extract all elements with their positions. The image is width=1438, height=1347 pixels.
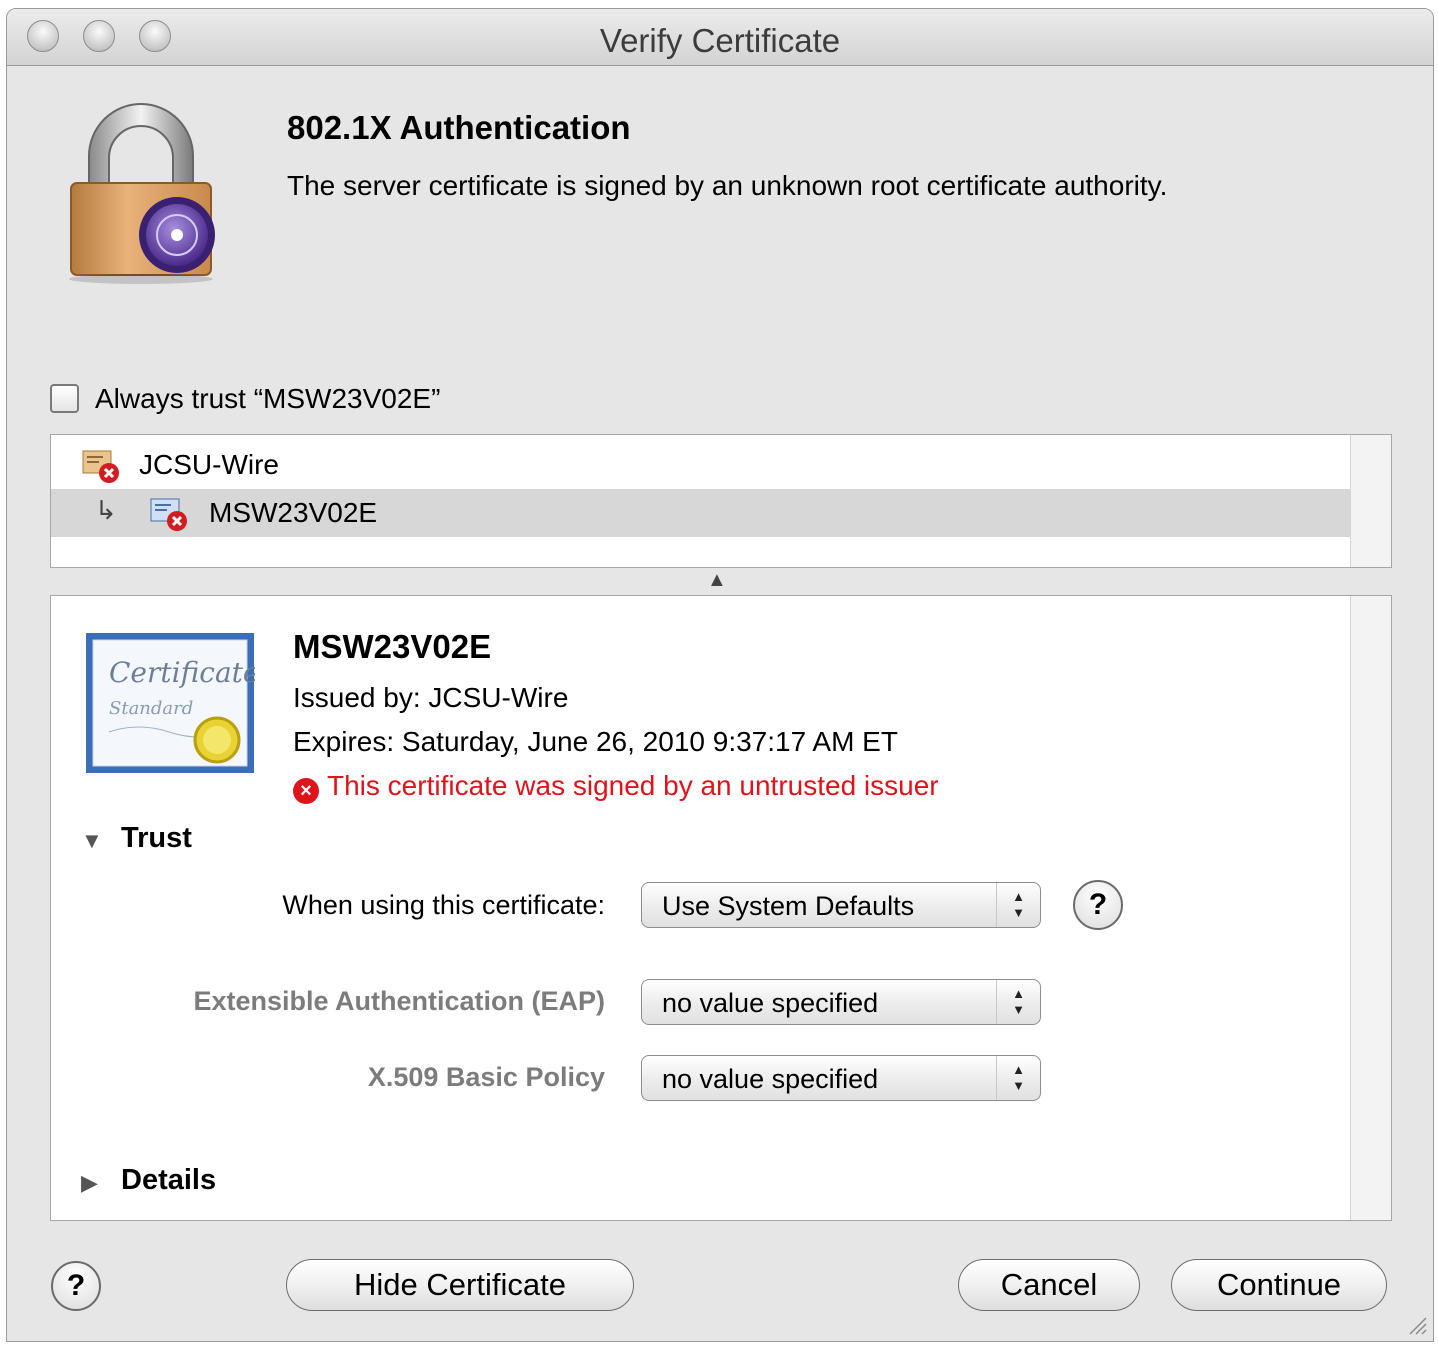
continue-button[interactable]: Continue	[1171, 1259, 1387, 1311]
dialog-heading: 802.1X Authentication	[287, 109, 631, 146]
chain-scrollbar[interactable]	[1350, 435, 1391, 567]
popup-value: Use System Defaults	[662, 891, 915, 921]
svg-text:Certificate: Certificate	[109, 656, 255, 689]
when-using-label: When using this certificate:	[282, 890, 605, 920]
x509-popup[interactable]: no value specified ▲ ▼	[641, 1055, 1041, 1101]
popup-value: no value specified	[662, 988, 879, 1018]
svg-text:Standard: Standard	[109, 698, 193, 719]
certificate-chain-list[interactable]: JCSU-Wire ↳ MSW23V02E	[50, 434, 1392, 568]
chain-item-label: MSW23V02E	[209, 497, 378, 528]
expiration-date: Expires: Saturday, June 26, 2010 9:37:17…	[293, 726, 898, 757]
certificate-icon: Certificate Standard	[86, 633, 255, 773]
chain-item-selected[interactable]: ↳ MSW23V02E	[51, 489, 1351, 537]
trust-help-button[interactable]: ?	[1073, 880, 1123, 930]
dialog-message: The server certificate is signed by an u…	[287, 170, 1168, 201]
detail-scrollbar[interactable]	[1350, 596, 1391, 1220]
cancel-button[interactable]: Cancel	[958, 1259, 1140, 1311]
eap-label: Extensible Authentication (EAP)	[193, 986, 605, 1016]
dialog-help-button[interactable]: ?	[51, 1261, 101, 1311]
hide-certificate-button[interactable]: Hide Certificate	[286, 1259, 634, 1311]
certificate-detail-pane: Certificate Standard MSW23V02E Issued by…	[50, 595, 1392, 1221]
padlock-icon	[69, 103, 215, 284]
window-title: Verify Certificate	[599, 22, 841, 59]
trust-disclosure-triangle-icon[interactable]: ▼	[81, 828, 103, 854]
stepper-arrows-icon: ▲ ▼	[996, 1056, 1040, 1100]
resize-grip-icon[interactable]	[1405, 1313, 1427, 1335]
title-bar[interactable]: Verify Certificate	[7, 9, 1433, 66]
details-disclosure-triangle-icon[interactable]: ▶	[81, 1170, 98, 1196]
chain-item-label: JCSU-Wire	[139, 449, 279, 480]
certificate-name: MSW23V02E	[293, 628, 492, 665]
split-view-handle-icon[interactable]: ▲	[707, 569, 727, 592]
always-trust-label[interactable]: Always trust “MSW23V02E”	[95, 383, 440, 415]
eap-popup[interactable]: no value specified ▲ ▼	[641, 979, 1041, 1025]
x509-label: X.509 Basic Policy	[367, 1062, 605, 1092]
when-using-popup[interactable]: Use System Defaults ▲ ▼	[641, 882, 1041, 928]
certificate-error-icon	[150, 498, 187, 531]
certificate-error-icon	[82, 450, 119, 483]
chain-item-root[interactable]: JCSU-Wire	[51, 441, 1351, 489]
issued-by: Issued by: JCSU-Wire	[293, 682, 569, 713]
popup-value: no value specified	[662, 1064, 879, 1094]
always-trust-checkbox[interactable]	[50, 384, 79, 413]
stepper-arrows-icon: ▲ ▼	[996, 883, 1040, 927]
untrusted-warning: × This certificate was signed by an untru…	[293, 770, 939, 804]
warning-text: This certificate was signed by an untrus…	[327, 770, 939, 801]
details-section-label[interactable]: Details	[121, 1164, 216, 1197]
verify-certificate-window: Verify Certificate 802.1X Authentication…	[6, 8, 1434, 1342]
stepper-arrows-icon: ▲ ▼	[996, 980, 1040, 1024]
child-arrow-icon: ↳	[95, 495, 117, 525]
trust-section-label[interactable]: Trust	[121, 822, 192, 855]
error-icon: ×	[293, 778, 319, 804]
